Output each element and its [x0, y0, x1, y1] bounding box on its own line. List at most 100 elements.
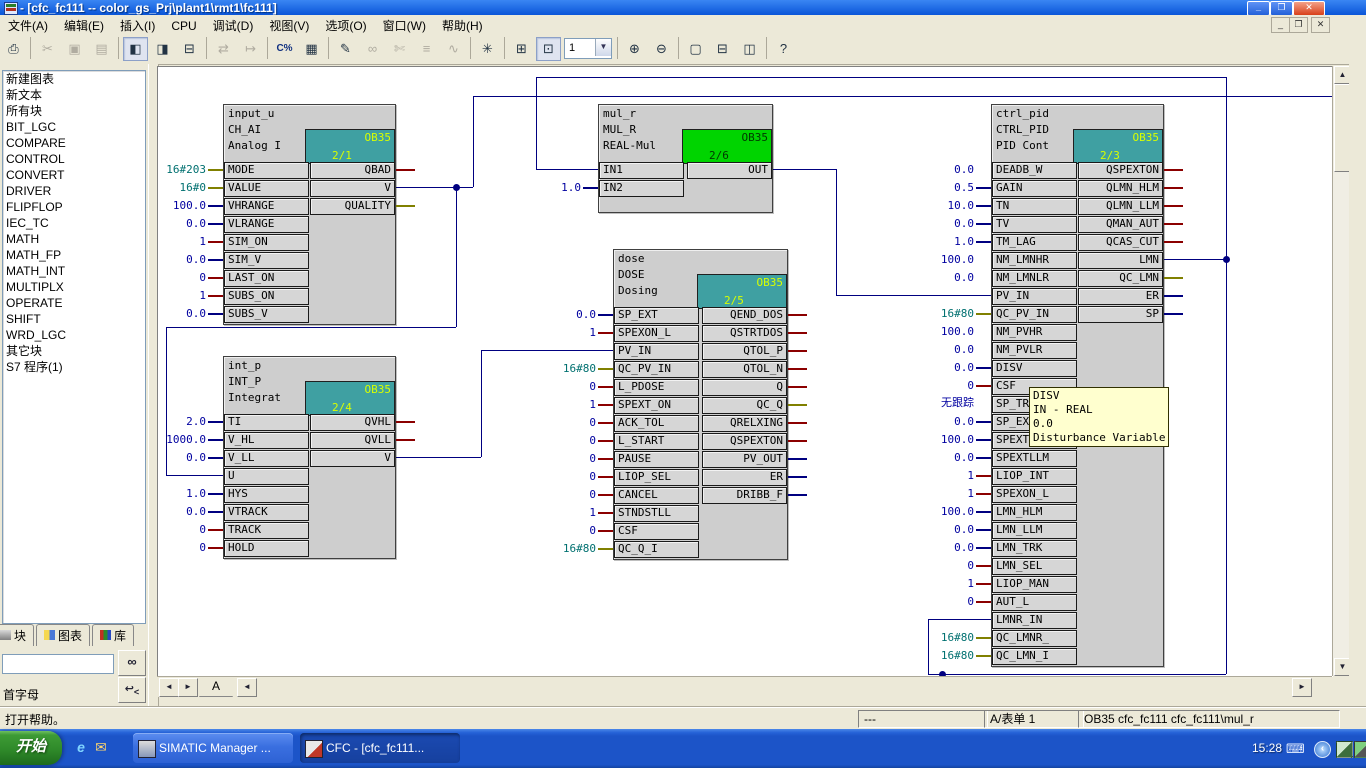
input-pin-aut_l[interactable]: AUT_L [992, 594, 1077, 611]
catalog-item-operate[interactable]: OPERATE [3, 295, 145, 311]
input-pin-spextllm[interactable]: SPEXTLLM [992, 450, 1077, 467]
input-pin-qc_pv_in[interactable]: QC_PV_IN [992, 306, 1077, 323]
zoom-dropdown-arrow-icon[interactable]: ▼ [595, 39, 611, 56]
signal-wire[interactable] [394, 457, 481, 458]
menu-帮助H[interactable]: 帮助(H) [434, 15, 491, 34]
run-sequence-button[interactable]: C% [272, 37, 297, 61]
signal-wire[interactable] [473, 96, 474, 187]
output-pin-qspexton[interactable]: QSPEXTON [1078, 162, 1163, 179]
tile-vertical-button[interactable]: ◫ [737, 37, 762, 61]
input-pin-ti[interactable]: TI [224, 414, 309, 431]
input-pin-pv_in[interactable]: PV_IN [992, 288, 1077, 305]
input-pin-tm_lag[interactable]: TM_LAG [992, 234, 1077, 251]
signal-wire[interactable] [836, 295, 991, 296]
input-pin-hys[interactable]: HYS [224, 486, 309, 503]
sheet-next-button[interactable]: ► [178, 678, 198, 697]
input-pin-lmn_hlm[interactable]: LMN_HLM [992, 504, 1077, 521]
input-pin-ack_tol[interactable]: ACK_TOL [614, 415, 699, 432]
outlook-quicklaunch-icon[interactable]: ✉ [92, 738, 110, 756]
output-pin-qcas_cut[interactable]: QCAS_CUT [1078, 234, 1163, 251]
taskbar-task-cfc[interactable]: CFC - [cfc_fc111... [300, 733, 460, 763]
menu-窗口W[interactable]: 窗口(W) [375, 15, 434, 34]
signal-wire[interactable] [166, 475, 223, 476]
output-pin-pv_out[interactable]: PV_OUT [702, 451, 787, 468]
input-pin-liop_sel[interactable]: LIOP_SEL [614, 469, 699, 486]
signal-wire[interactable] [1162, 259, 1226, 260]
signal-wire[interactable] [166, 327, 167, 475]
output-pin-qspexton[interactable]: QSPEXTON [702, 433, 787, 450]
zoom-select[interactable]: 1▼ [564, 38, 612, 59]
catalog-view-button[interactable]: ◧ [123, 37, 148, 61]
start-button[interactable]: 开始 [0, 731, 62, 765]
hscroll-right-button[interactable]: ► [1292, 678, 1312, 697]
output-pin-er[interactable]: ER [702, 469, 787, 486]
catalog-item-driver[interactable]: DRIVER [3, 183, 145, 199]
taskbar-task-simatic-manager[interactable]: SIMATIC Manager ... [133, 733, 293, 763]
cut-button[interactable]: ✂ [35, 37, 60, 61]
glasses-button[interactable]: ∞ [360, 37, 385, 61]
block-dose[interactable]: doseDOSEDosingOB352/5SP_EXT0.0SPEXON_L1P… [613, 249, 788, 560]
input-pin-vhrange[interactable]: VHRANGE [224, 198, 309, 215]
signal-wire[interactable] [166, 327, 456, 328]
output-pin-dribb_f[interactable]: DRIBB_F [702, 487, 787, 504]
signal-wire[interactable] [394, 187, 473, 188]
output-pin-v[interactable]: V [310, 180, 395, 197]
output-pin-q[interactable]: Q [702, 379, 787, 396]
station-online-icon[interactable] [1354, 741, 1366, 758]
pg-pc-interface-icon[interactable] [1336, 741, 1353, 758]
output-pin-er[interactable]: ER [1078, 288, 1163, 305]
input-pin-liop_int[interactable]: LIOP_INT [992, 468, 1077, 485]
signal-wire[interactable] [928, 674, 1226, 675]
help-pointer-button[interactable]: ? [771, 37, 796, 61]
input-pin-pause[interactable]: PAUSE [614, 451, 699, 468]
signal-wire[interactable] [771, 169, 836, 170]
list-button[interactable]: ≡ [414, 37, 439, 61]
input-pin-subs_on[interactable]: SUBS_ON [224, 288, 309, 305]
input-pin-sim_on[interactable]: SIM_ON [224, 234, 309, 251]
input-pin-qc_lmn_i[interactable]: QC_LMN_I [992, 648, 1077, 665]
input-pin-lmn_trk[interactable]: LMN_TRK [992, 540, 1077, 557]
catalog-item--[interactable]: 其它块 [3, 343, 145, 359]
copy-button[interactable]: ▣ [62, 37, 87, 61]
input-pin-hold[interactable]: HOLD [224, 540, 309, 557]
input-pin-u[interactable]: U [224, 468, 309, 485]
input-pin-nm_pvlr[interactable]: NM_PVLR [992, 342, 1077, 359]
sheet-prev-button[interactable]: ◄ [159, 678, 179, 697]
input-pin-nm_lmnhr[interactable]: NM_LMNHR [992, 252, 1077, 269]
signal-wire[interactable] [536, 169, 598, 170]
output-pin-qlmn_hlm[interactable]: QLMN_HLM [1078, 180, 1163, 197]
output-pin-qvll[interactable]: QVLL [310, 432, 395, 449]
output-pin-qlmn_llm[interactable]: QLMN_LLM [1078, 198, 1163, 215]
menu-插入I[interactable]: 插入(I) [112, 15, 163, 34]
tree-view-button[interactable]: ⊟ [177, 37, 202, 61]
catalog-item-wrd_lgc[interactable]: WRD_LGC [3, 327, 145, 343]
input-pin-disv[interactable]: DISV [992, 360, 1077, 377]
catalog-item-bit_lgc[interactable]: BIT_LGC [3, 119, 145, 135]
signature-button[interactable]: ∿ [441, 37, 466, 61]
menu-选项O[interactable]: 选项(O) [317, 15, 374, 34]
paste-button[interactable]: ▤ [89, 37, 114, 61]
vertical-scrollbar[interactable]: ▲ ▼ [1332, 66, 1350, 676]
output-pin-qtol_p[interactable]: QTOL_P [702, 343, 787, 360]
catalog-item-convert[interactable]: CONVERT [3, 167, 145, 183]
input-pin-cancel[interactable]: CANCEL [614, 487, 699, 504]
input-pin-sim_v[interactable]: SIM_V [224, 252, 309, 269]
input-pin-spext_on[interactable]: SPEXT_ON [614, 397, 699, 414]
menu-调试D[interactable]: 调试(D) [205, 15, 262, 34]
cfc-sheet-canvas[interactable]: input_uCH_AIAnalog IOB352/1MODE16#203VAL… [157, 66, 1333, 677]
hide-icons-chevron[interactable]: ‹ [1314, 741, 1331, 758]
input-pin-qc_lmnr_[interactable]: QC_LMNR_ [992, 630, 1077, 647]
catalog-item-shift[interactable]: SHIFT [3, 311, 145, 327]
input-pin-sp_ext[interactable]: SP_EXT [614, 307, 699, 324]
block-int_p[interactable]: int_pINT_PIntegratOB352/4TI2.0V_HL1000.0… [223, 356, 396, 559]
output-pin-qrelxing[interactable]: QRELXING [702, 415, 787, 432]
input-pin-tv[interactable]: TV [992, 216, 1077, 233]
edit-pen-button[interactable]: ✎ [333, 37, 358, 61]
tab-scroll-button[interactable]: ◄ [237, 678, 257, 697]
input-pin-subs_v[interactable]: SUBS_V [224, 306, 309, 323]
output-pin-sp[interactable]: SP [1078, 306, 1163, 323]
catalog-item-compare[interactable]: COMPARE [3, 135, 145, 151]
input-pin-nm_lmnlr[interactable]: NM_LMNLR [992, 270, 1077, 287]
input-pin-l_pdose[interactable]: L_PDOSE [614, 379, 699, 396]
keyboard-tray-icon[interactable]: ⌨ [1286, 741, 1301, 756]
